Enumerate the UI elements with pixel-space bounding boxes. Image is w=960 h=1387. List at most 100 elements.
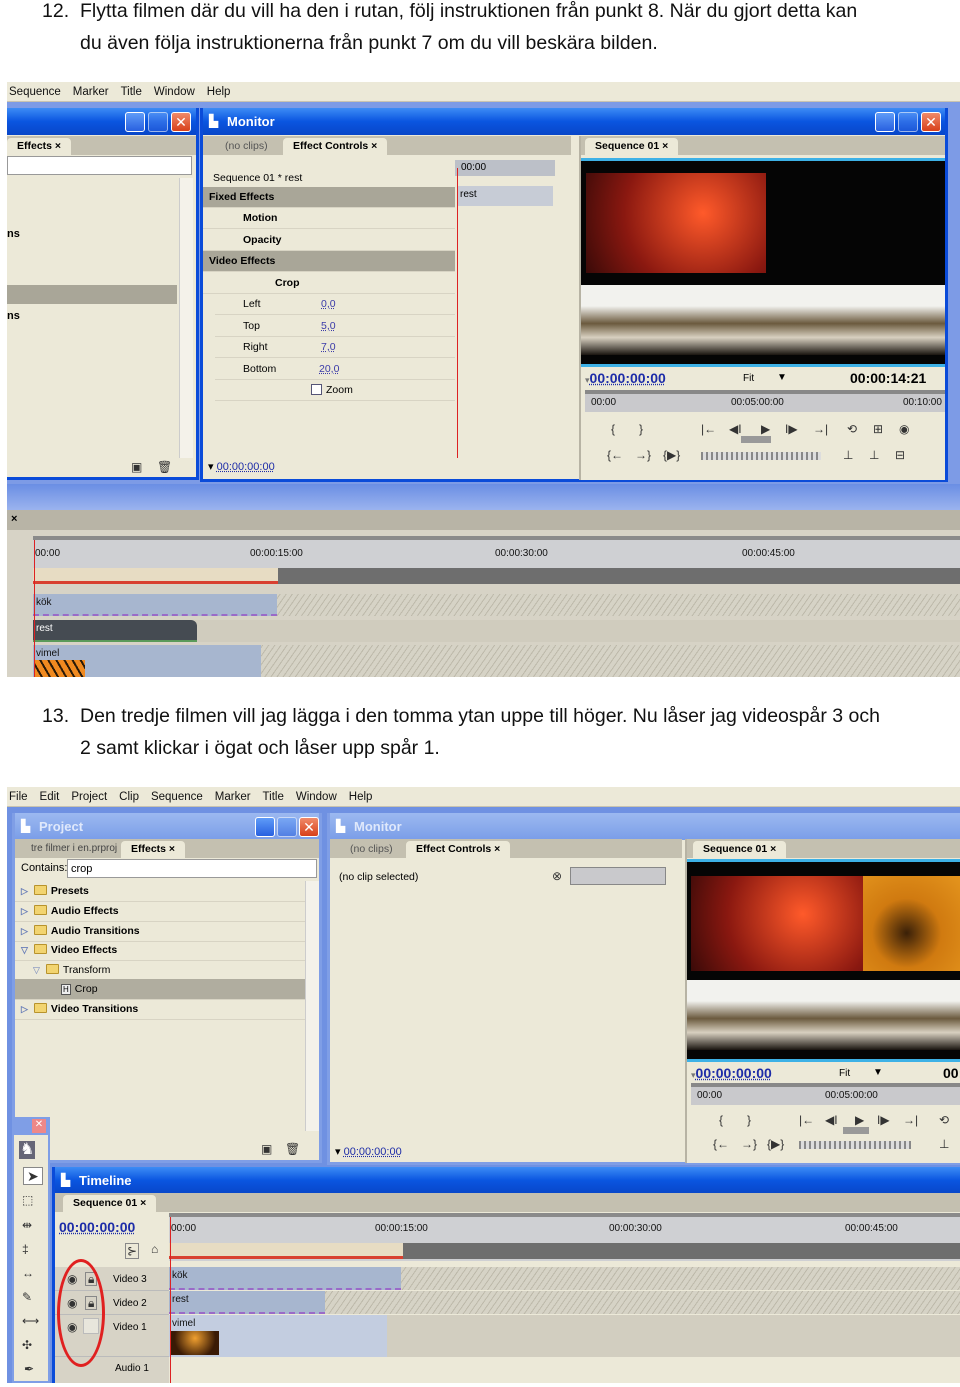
extract-icon[interactable]: ⊥ xyxy=(869,448,879,462)
tab-sequence-01[interactable]: Sequence 01 × xyxy=(63,1195,157,1212)
minimize-button[interactable] xyxy=(875,112,895,132)
param-value[interactable]: 20,0 xyxy=(319,363,339,375)
search-input[interactable] xyxy=(67,859,317,878)
menu-marker[interactable]: Marker xyxy=(215,791,251,803)
ec-time-ruler[interactable] xyxy=(570,867,666,885)
snap-icon[interactable]: ⊱ xyxy=(125,1243,140,1259)
clip-rest[interactable]: rest xyxy=(169,1291,325,1314)
maximize-button[interactable] xyxy=(277,817,297,837)
menu-help[interactable]: Help xyxy=(349,791,373,803)
timeline-timecode[interactable]: 00:00:00:00 xyxy=(59,1219,135,1235)
tab-sequence-01[interactable]: Sequence 01 × xyxy=(585,138,679,155)
lift-icon[interactable]: ⊥ xyxy=(939,1137,949,1151)
effect-opacity[interactable]: Opacity xyxy=(203,230,455,251)
param-value[interactable]: 0,0 xyxy=(321,298,336,310)
go-to-in-icon[interactable]: |← xyxy=(701,422,716,436)
tree-item-presets[interactable]: ▷ Presets xyxy=(15,881,305,902)
ec-footer-timecode[interactable]: ▾ 00:00:00:00 xyxy=(335,1145,402,1158)
zoom-checkbox[interactable] xyxy=(311,384,322,395)
menu-title[interactable]: Title xyxy=(263,791,284,803)
play-icon[interactable]: ▶ xyxy=(855,1113,864,1127)
effect-crop[interactable]: Crop xyxy=(203,273,455,294)
menu-marker[interactable]: Marker xyxy=(73,86,109,98)
new-bin-icon[interactable]: ▣ xyxy=(131,461,142,473)
lift-icon[interactable]: ⊥ xyxy=(843,448,853,462)
razor-tool-icon[interactable]: ✎ xyxy=(22,1291,32,1303)
go-out-icon[interactable]: →} xyxy=(741,1137,757,1151)
mark-in-icon[interactable]: { xyxy=(719,1113,723,1127)
rolling-edit-tool-icon[interactable]: ‡ xyxy=(22,1243,29,1255)
zoom-fit-select[interactable]: Fit xyxy=(839,1068,850,1079)
clip-kok[interactable]: kök xyxy=(33,594,277,616)
track-select-tool-icon[interactable]: ⬚ xyxy=(22,1194,33,1206)
search-input[interactable] xyxy=(7,156,192,175)
menu-sequence[interactable]: Sequence xyxy=(9,86,61,98)
menu-window[interactable]: Window xyxy=(154,86,195,98)
chevron-down-icon[interactable]: ▼ xyxy=(873,1067,883,1078)
go-to-out-icon[interactable]: →| xyxy=(813,422,828,436)
pen-tool-icon[interactable]: ✒ xyxy=(24,1363,34,1375)
timeline-ruler[interactable]: 00:00 00:00:15:00 00:00:30:00 00:00:45:0… xyxy=(169,1213,960,1261)
step-forward-icon[interactable]: I▶ xyxy=(877,1113,890,1127)
tree-item-video-effects[interactable]: ▽ Video Effects xyxy=(15,940,305,961)
play-in-out-icon[interactable]: {▶} xyxy=(767,1137,784,1151)
menu-window[interactable]: Window xyxy=(296,791,337,803)
expand-icon[interactable]: ⊗ xyxy=(552,870,562,882)
effect-motion[interactable]: Motion xyxy=(203,208,455,229)
go-to-out-icon[interactable]: →| xyxy=(903,1113,918,1127)
trim-icon[interactable]: ⊟ xyxy=(895,448,905,462)
shuttle-slider[interactable] xyxy=(741,436,771,443)
zoom-fit-select[interactable]: Fit xyxy=(743,373,754,384)
mark-out-icon[interactable]: } xyxy=(747,1113,751,1127)
tab-sequence-01[interactable]: Sequence 01 × xyxy=(693,841,787,858)
close-button[interactable]: ✕ xyxy=(299,817,319,837)
marker-icon[interactable]: ⌂ xyxy=(151,1243,158,1255)
mark-out-icon[interactable]: } xyxy=(639,422,643,436)
tree-item-transform[interactable]: ▽ Transform xyxy=(15,960,305,981)
play-in-out-icon[interactable]: {▶} xyxy=(663,448,680,462)
param-value[interactable]: 7,0 xyxy=(321,341,336,353)
ec-time-ruler[interactable]: 00:00 xyxy=(455,160,555,176)
tree-item-crop[interactable]: H Crop xyxy=(15,979,305,1000)
current-timecode[interactable]: ▾00:00:00:00 xyxy=(585,370,666,386)
close-icon[interactable]: ✕ xyxy=(32,1119,46,1133)
work-area-bar[interactable] xyxy=(33,568,278,584)
param-value[interactable]: 5,0 xyxy=(321,320,336,332)
new-bin-icon[interactable]: ▣ xyxy=(261,1143,272,1155)
maximize-button[interactable] xyxy=(898,112,918,132)
minimize-button[interactable] xyxy=(255,817,275,837)
tab-effects[interactable]: Effects × xyxy=(7,138,72,155)
clip-kok[interactable]: kök xyxy=(169,1267,401,1290)
menu-sequence[interactable]: Sequence xyxy=(151,791,203,803)
tab-effects[interactable]: Effects × xyxy=(121,841,186,858)
close-button[interactable]: ✕ xyxy=(921,112,941,132)
selection-tool-icon[interactable]: ➤ xyxy=(23,1167,43,1185)
tab-no-clips[interactable]: (no clips) xyxy=(215,138,278,155)
safe-margins-icon[interactable]: ⊞ xyxy=(873,422,883,436)
output-icon[interactable]: ◉ xyxy=(899,422,909,436)
menu-edit[interactable]: Edit xyxy=(40,791,60,803)
scrollbar[interactable] xyxy=(305,881,319,1131)
step-forward-icon[interactable]: I▶ xyxy=(785,422,798,436)
tab-effect-controls[interactable]: Effect Controls × xyxy=(283,138,388,155)
tree-item-audio-transitions[interactable]: ▷ Audio Transitions xyxy=(15,921,305,942)
clip-rest[interactable]: rest xyxy=(33,620,197,642)
play-in-to-out-icon[interactable]: {← xyxy=(713,1137,729,1151)
work-area-bar[interactable] xyxy=(169,1243,403,1259)
tab-no-clips[interactable]: (no clips) xyxy=(340,841,403,858)
loop-icon[interactable]: ⟲ xyxy=(847,422,857,436)
chevron-down-icon[interactable]: ▼ xyxy=(777,372,787,383)
tab-effect-controls[interactable]: Effect Controls × xyxy=(406,841,511,858)
mark-in-icon[interactable]: { xyxy=(611,422,615,436)
timeline-ruler[interactable]: 00:00 00:00:15:00 00:00:30:00 00:00:45:0… xyxy=(33,536,960,584)
step-back-icon[interactable]: ◀I xyxy=(825,1113,838,1127)
go-to-in-icon[interactable]: |← xyxy=(799,1113,814,1127)
menu-clip[interactable]: Clip xyxy=(119,791,139,803)
trash-icon[interactable]: 🗑 xyxy=(157,461,172,473)
ripple-edit-tool-icon[interactable]: ⇹ xyxy=(22,1219,32,1231)
minimize-button[interactable] xyxy=(125,112,145,132)
tree-item-audio-effects[interactable]: ▷ Audio Effects xyxy=(15,901,305,922)
slide-tool-icon[interactable]: ✣ xyxy=(22,1339,32,1351)
menu-file[interactable]: File xyxy=(9,791,28,803)
go-out-icon[interactable]: →} xyxy=(635,448,651,462)
